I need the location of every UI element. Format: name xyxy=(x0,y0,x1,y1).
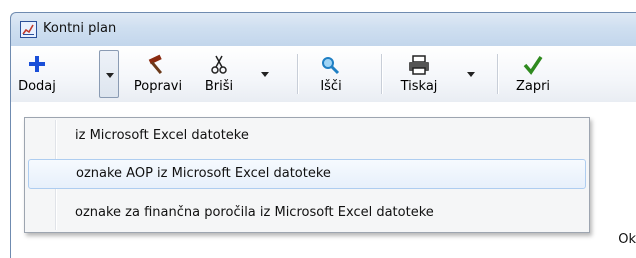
close-button-label: Zapri xyxy=(515,79,551,94)
content-partial-label: Ok xyxy=(618,232,636,247)
toolbar-separator xyxy=(297,54,298,94)
add-dropdown-arrow[interactable] xyxy=(99,50,119,98)
toolbar-separator xyxy=(381,54,382,94)
toolbar-separator xyxy=(497,54,498,94)
printer-icon xyxy=(409,55,429,75)
hammer-icon xyxy=(148,54,163,75)
kontni-plan-window: Kontni plan Dodaj Popravi Briši Išči Tis… xyxy=(0,0,636,258)
close-button[interactable]: Zapri xyxy=(511,50,555,98)
delete-button-label: Briši xyxy=(204,79,234,94)
menu-item-aop-excel-import[interactable]: oznake AOP iz Microsoft Excel datoteke xyxy=(28,159,586,189)
app-chart-icon xyxy=(20,21,37,38)
toolbar: Dodaj Popravi Briši Išči Tiskaj Zapri xyxy=(10,46,636,102)
delete-button[interactable]: Briši xyxy=(197,50,241,98)
print-button-label: Tiskaj xyxy=(400,79,438,94)
plus-icon xyxy=(29,56,45,72)
search-button-label: Išči xyxy=(320,79,342,94)
add-dropdown-menu: iz Microsoft Excel datoteke oznake AOP i… xyxy=(24,117,590,233)
menu-item-excel-import[interactable]: iz Microsoft Excel datoteke xyxy=(28,121,586,151)
search-button[interactable]: Išči xyxy=(311,50,351,98)
print-dropdown-arrow[interactable] xyxy=(461,50,481,98)
delete-dropdown-arrow[interactable] xyxy=(255,50,275,98)
add-button-label: Dodaj xyxy=(18,79,56,94)
edit-button[interactable]: Popravi xyxy=(129,50,187,98)
menu-item-financial-reports-excel-import[interactable]: oznake za finančna poročila iz Microsoft… xyxy=(28,198,586,228)
scissors-icon xyxy=(211,55,227,74)
window-title: Kontni plan xyxy=(43,21,117,36)
edit-button-label: Popravi xyxy=(133,79,183,94)
search-icon xyxy=(322,57,340,75)
checkmark-icon xyxy=(523,56,543,75)
title-bar: Kontni plan xyxy=(10,12,636,46)
add-button[interactable]: Dodaj xyxy=(17,50,57,98)
print-button[interactable]: Tiskaj xyxy=(391,50,447,98)
